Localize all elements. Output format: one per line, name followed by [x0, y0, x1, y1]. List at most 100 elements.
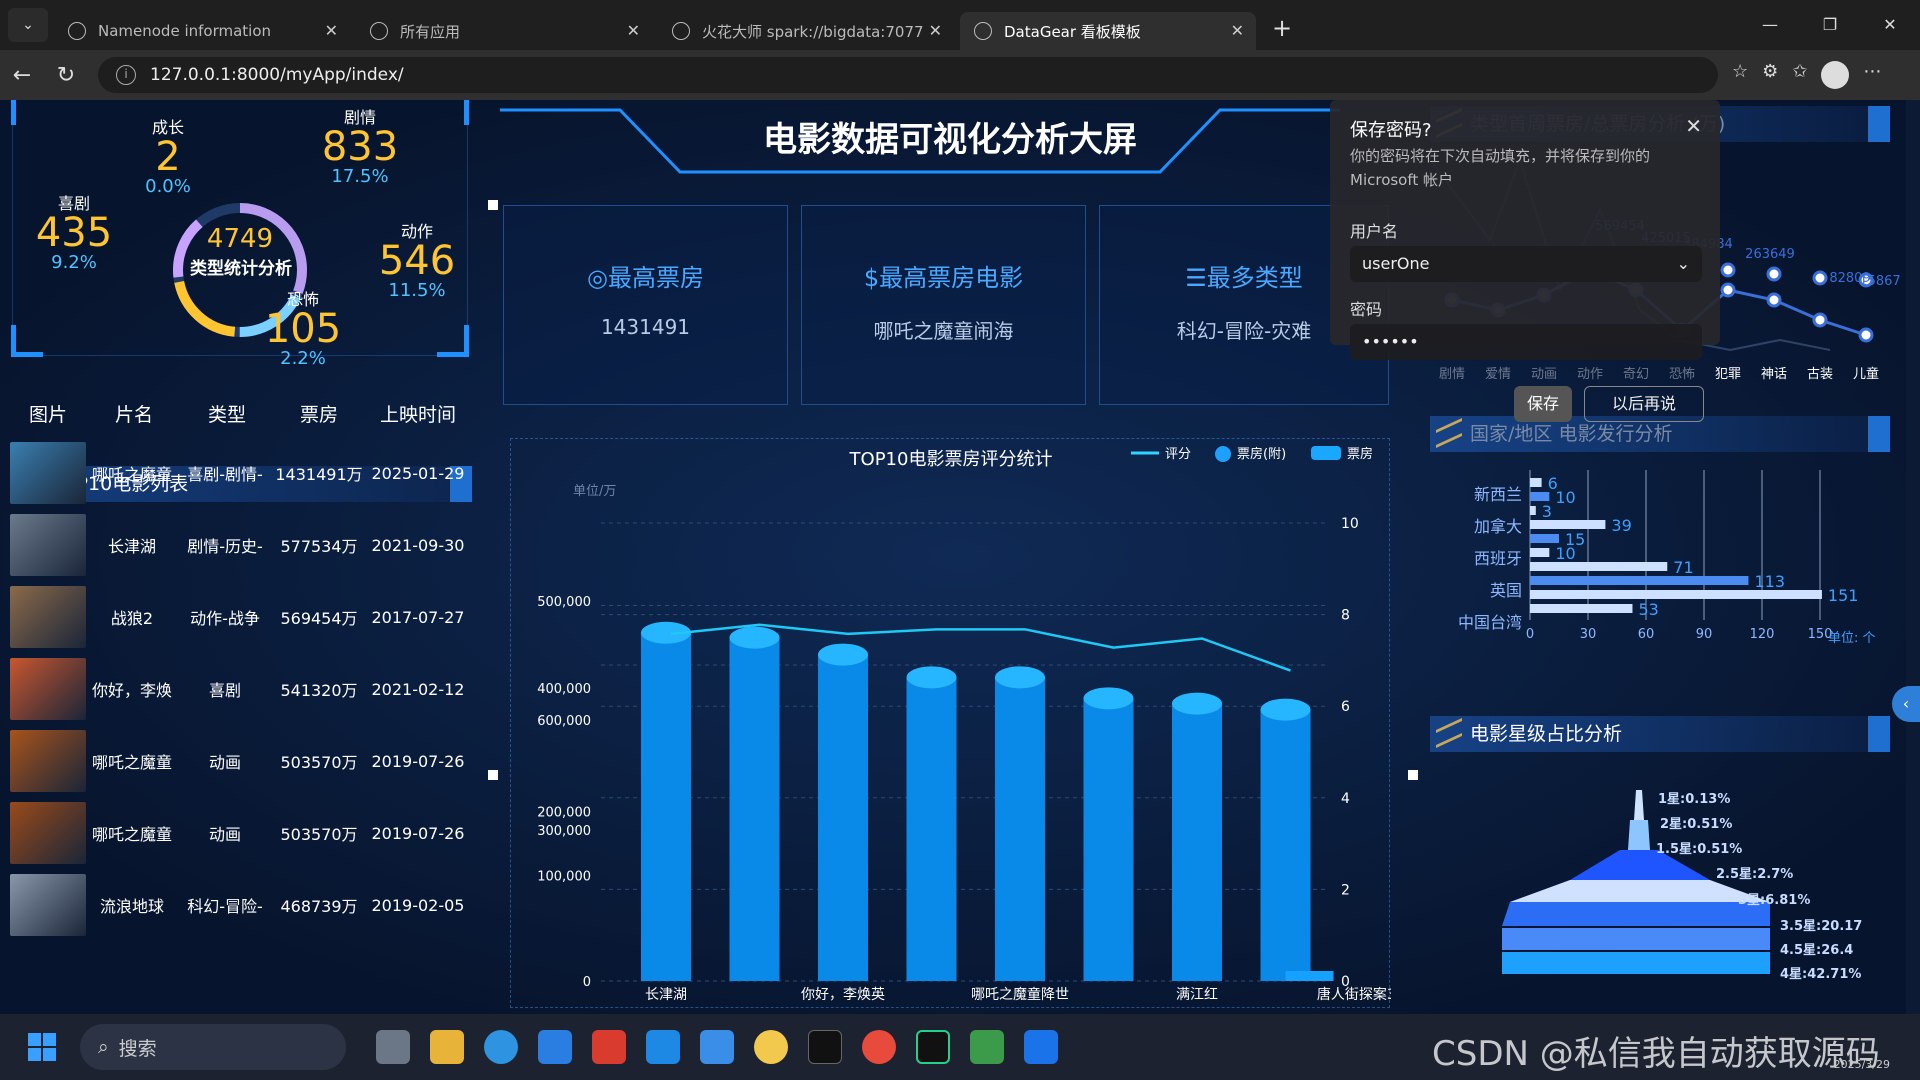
film-reel-icon: ◎ [587, 264, 608, 292]
taskview-icon[interactable] [376, 1030, 410, 1064]
table-row[interactable]: 你好，李焕 喜剧 541320万 2021-02-12 [10, 656, 470, 722]
star-icon[interactable]: ☆ [1732, 61, 1748, 89]
side-panel-toggle[interactable]: ‹ [1892, 686, 1920, 722]
center-value: 4749 [206, 224, 274, 254]
line-point [1766, 292, 1782, 308]
close-window-icon[interactable]: ✕ [1860, 0, 1920, 50]
close-icon[interactable]: ✕ [929, 21, 942, 40]
pyramid-layer [1502, 928, 1770, 950]
movie-date: 2019-07-26 [371, 823, 465, 843]
page-title: 电影数据可视化分析大屏 [763, 120, 1137, 160]
bar [1530, 590, 1822, 599]
edge-icon[interactable] [484, 1030, 518, 1064]
taskbar-search[interactable]: ⌕ 搜索 [80, 1024, 346, 1070]
globe-icon [974, 22, 992, 40]
bar [1172, 703, 1222, 981]
clock: 2025/3/29 [1833, 1058, 1890, 1071]
info-icon[interactable]: i [116, 65, 136, 85]
app-icon[interactable] [700, 1030, 734, 1064]
table-row[interactable]: 流浪地球 科幻-冒险- 468739万 2019-02-05 [10, 872, 470, 938]
extensions-icon[interactable]: ⚙ [1762, 61, 1778, 89]
movie-poster [10, 514, 86, 576]
close-icon[interactable]: ✕ [325, 21, 338, 40]
url-field[interactable]: i 127.0.0.1:8000/myApp/index/ [98, 57, 1718, 93]
app-icon[interactable] [646, 1030, 680, 1064]
right-tick: 6 [1341, 699, 1350, 715]
resize-handle[interactable] [488, 770, 498, 780]
tab-menu-button[interactable]: ⌄ [8, 8, 48, 42]
restore-icon[interactable]: ❐ [1800, 0, 1860, 50]
frame-corner [437, 100, 469, 125]
minimize-icon[interactable]: — [1740, 0, 1800, 50]
close-icon[interactable]: ✕ [627, 21, 640, 40]
bar-cap [906, 666, 957, 689]
tab-datagear[interactable]: DataGear 看板模板 ✕ [960, 12, 1256, 50]
store-icon[interactable] [538, 1030, 572, 1064]
tab-spark[interactable]: 火花大师 spark://bigdata:7077 ✕ [658, 12, 954, 50]
stat-comedy: 喜剧 435 9.2% [34, 190, 114, 273]
stat-action: 动作 546 11.5% [372, 218, 462, 301]
tab-namenode[interactable]: Namenode information ✕ [54, 12, 350, 50]
star-label: 3.5星:20.17 [1780, 919, 1862, 934]
bar [1530, 548, 1550, 557]
bar-small [1285, 971, 1334, 981]
username-select[interactable]: userOne ⌄ [1350, 246, 1702, 282]
movie-type: 喜剧 [208, 681, 241, 700]
bar-label: 3 [1542, 502, 1552, 521]
star-label: 1.5星:0.51% [1656, 842, 1742, 857]
back-icon[interactable]: ← [0, 63, 44, 88]
resize-handle[interactable] [1408, 770, 1418, 780]
table-row[interactable]: 哪吒之魔童 动画 503570万 2019-07-26 [10, 728, 470, 794]
movie-poster [10, 586, 86, 648]
tab-bar: ⌄ Namenode information ✕ 所有应用 ✕ 火花大师 spark… [0, 0, 1920, 50]
bar-label: 151 [1828, 586, 1859, 605]
movie-name: 流浪地球 [99, 897, 164, 916]
bar-label: 39 [1611, 516, 1631, 535]
terminal-icon[interactable] [808, 1030, 842, 1064]
avatar[interactable] [1821, 61, 1850, 89]
movie-date: 2019-02-05 [371, 895, 465, 915]
excel-icon[interactable] [970, 1030, 1004, 1064]
favorites-icon[interactable]: ✩ [1792, 61, 1807, 89]
search-label: 搜索 [118, 1037, 157, 1060]
windows-start-icon[interactable] [28, 1033, 56, 1061]
table-row[interactable]: 哪吒之魔童 喜剧-剧情- 1431491万 2025-01-29 [10, 440, 470, 506]
save-button[interactable]: 保存 [1514, 386, 1572, 422]
app-icon[interactable] [1024, 1030, 1058, 1064]
table-row[interactable]: 长津湖 剧情-历史- 577534万 2021-09-30 [10, 512, 470, 578]
later-button[interactable]: 以后再说 [1584, 386, 1704, 422]
pyramid-layer [1502, 902, 1770, 926]
y-label: 中国台湾 [1458, 613, 1522, 632]
col-header: 片名 [114, 404, 153, 426]
close-icon[interactable]: ✕ [1685, 114, 1702, 138]
left-tick: 400,000 [537, 682, 591, 697]
pycharm-icon[interactable] [916, 1030, 950, 1064]
folder-icon[interactable] [430, 1030, 464, 1064]
scrollbar[interactable] [1906, 100, 1920, 1014]
bar [1530, 492, 1550, 501]
movie-date: 2021-02-12 [371, 679, 465, 699]
table-row[interactable]: 战狼2 动作-战争 569454万 2017-07-27 [10, 584, 470, 650]
y-label: 西班牙 [1474, 549, 1522, 568]
x-label: 神话 [1761, 367, 1787, 382]
resize-handle[interactable] [488, 200, 498, 210]
wps-icon[interactable] [592, 1030, 626, 1064]
close-icon[interactable]: ✕ [1231, 21, 1244, 40]
taskbar-apps [376, 1030, 1058, 1064]
reload-icon[interactable]: ↻ [44, 63, 88, 88]
app-icon[interactable] [862, 1030, 896, 1064]
bar-cap [729, 626, 780, 649]
password-field[interactable]: •••••• [1350, 324, 1702, 360]
more-icon[interactable]: ⋯ [1863, 61, 1881, 89]
movie-date: 2021-09-30 [371, 535, 465, 555]
tab-apps[interactable]: 所有应用 ✕ [356, 12, 652, 50]
url-text: 127.0.0.1:8000/myApp/index/ [150, 65, 404, 85]
username-value: userOne [1362, 254, 1430, 273]
table-row[interactable]: 哪吒之魔童 动画 503570万 2019-07-26 [10, 800, 470, 866]
star-label: 2星:0.51% [1660, 817, 1732, 832]
new-tab-button[interactable]: + [1272, 14, 1292, 42]
app-icon[interactable] [754, 1030, 788, 1064]
bar-cap [995, 666, 1045, 689]
pyramid-layer [1502, 952, 1770, 974]
left-tick: 100,000 [537, 870, 591, 885]
